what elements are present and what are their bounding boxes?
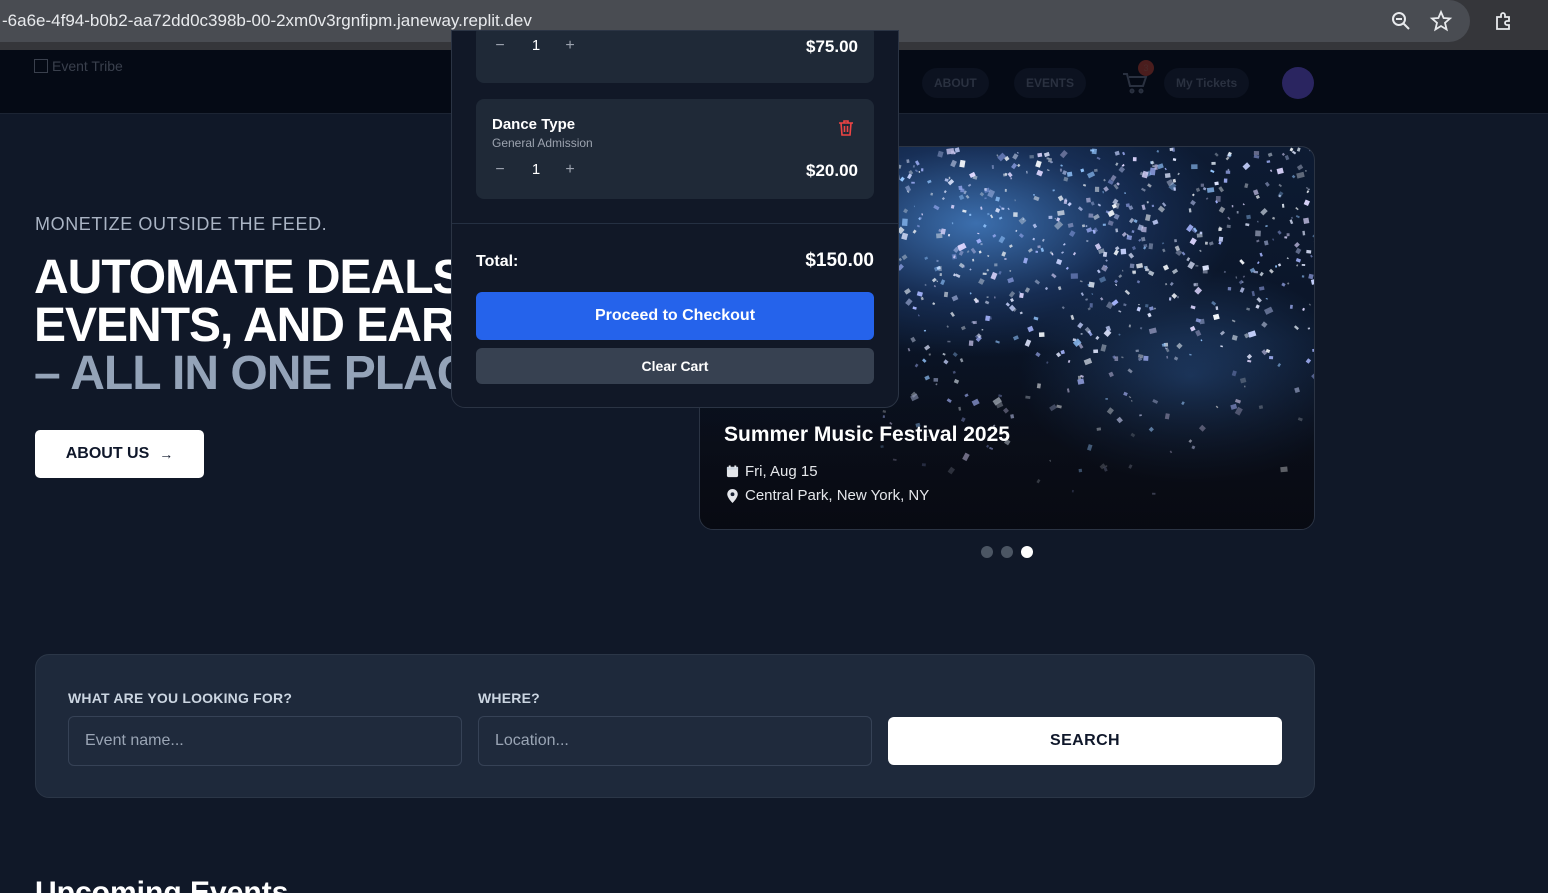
broken-image-icon	[34, 59, 48, 73]
increase-qty-button[interactable]: +	[560, 37, 580, 55]
carousel-dot[interactable]	[1001, 546, 1013, 558]
clear-cart-button[interactable]: Clear Cart	[476, 348, 874, 384]
site-logo[interactable]: Event Tribe	[34, 58, 123, 74]
nav-my-tickets[interactable]: My Tickets	[1164, 68, 1250, 98]
cart-divider	[452, 223, 898, 224]
event-location-text: Central Park, New York, NY	[745, 487, 930, 504]
cart-count-badge: 3	[1138, 60, 1154, 76]
nav-events[interactable]: EVENTS	[1014, 68, 1087, 98]
cart-dropdown: − 1 + $75.00 Dance Type General Admissio…	[451, 30, 899, 408]
arrow-right-icon: →	[159, 446, 174, 462]
hero-title-line3: – ALL IN ONE PLAC	[34, 347, 471, 400]
hero-title-line1: AUTOMATE DEALS	[34, 251, 465, 304]
carousel-dot-active[interactable]	[1021, 546, 1033, 558]
where-label: WHERE?	[478, 690, 540, 706]
location-pin-icon	[727, 488, 738, 503]
carousel-dots	[981, 546, 1033, 558]
cart-total-label: Total:	[476, 253, 519, 270]
cart-item-name: Dance Type	[492, 116, 576, 133]
user-avatar[interactable]	[1282, 67, 1314, 99]
cart-item-qty: 1	[531, 161, 541, 178]
url-text[interactable]: -6a6e-4f94-b0b2-aa72dd0c398b-00-2xm0v3rg…	[2, 11, 532, 31]
what-label: WHAT ARE YOU LOOKING FOR?	[68, 690, 293, 706]
about-us-label: ABOUT US	[65, 445, 150, 462]
carousel-dot[interactable]	[981, 546, 993, 558]
carousel-event-title[interactable]: Summer Music Festival 2025	[724, 423, 1010, 447]
zoom-icon[interactable]	[1389, 9, 1413, 33]
bookmark-star-icon[interactable]	[1429, 9, 1453, 33]
nav-about[interactable]: ABOUT	[922, 68, 989, 98]
logo-alt-text: Event Tribe	[52, 58, 123, 74]
carousel-event-date: Fri, Aug 15	[726, 463, 818, 480]
location-input[interactable]	[478, 716, 872, 766]
hero-title: AUTOMATE DEALS EVENTS, AND EAR – ALL IN …	[34, 251, 471, 400]
hero-tagline: MONETIZE OUTSIDE THE FEED.	[35, 214, 328, 234]
event-name-input[interactable]	[68, 716, 462, 766]
decrease-qty-button[interactable]: −	[490, 161, 510, 179]
search-panel: WHAT ARE YOU LOOKING FOR? WHERE? SEARCH	[35, 654, 1315, 798]
decrease-qty-button[interactable]: −	[490, 37, 510, 55]
extensions-icon[interactable]	[1492, 9, 1516, 33]
about-us-button[interactable]: ABOUT US →	[35, 430, 204, 478]
cart-item-qty: 1	[531, 37, 541, 54]
checkout-button[interactable]: Proceed to Checkout	[476, 292, 874, 340]
hero-title-line2: EVENTS, AND EAR	[34, 299, 456, 352]
carousel-event-location: Central Park, New York, NY	[726, 487, 929, 504]
upcoming-events-heading: Upcoming Events	[35, 876, 289, 893]
increase-qty-button[interactable]: +	[560, 161, 580, 179]
cart-item-price: $75.00	[806, 37, 858, 56]
cart-total-value: $150.00	[805, 250, 874, 271]
cart-item-type: General Admission	[492, 136, 593, 150]
calendar-icon	[726, 465, 739, 478]
search-button[interactable]: SEARCH	[888, 717, 1282, 765]
cart-item: − 1 + $75.00	[476, 31, 874, 83]
trash-icon[interactable]	[838, 119, 854, 137]
cart-item-price: $20.00	[806, 161, 858, 180]
event-date-text: Fri, Aug 15	[745, 463, 818, 480]
cart-item: Dance Type General Admission − 1 + $20.0…	[476, 99, 874, 199]
